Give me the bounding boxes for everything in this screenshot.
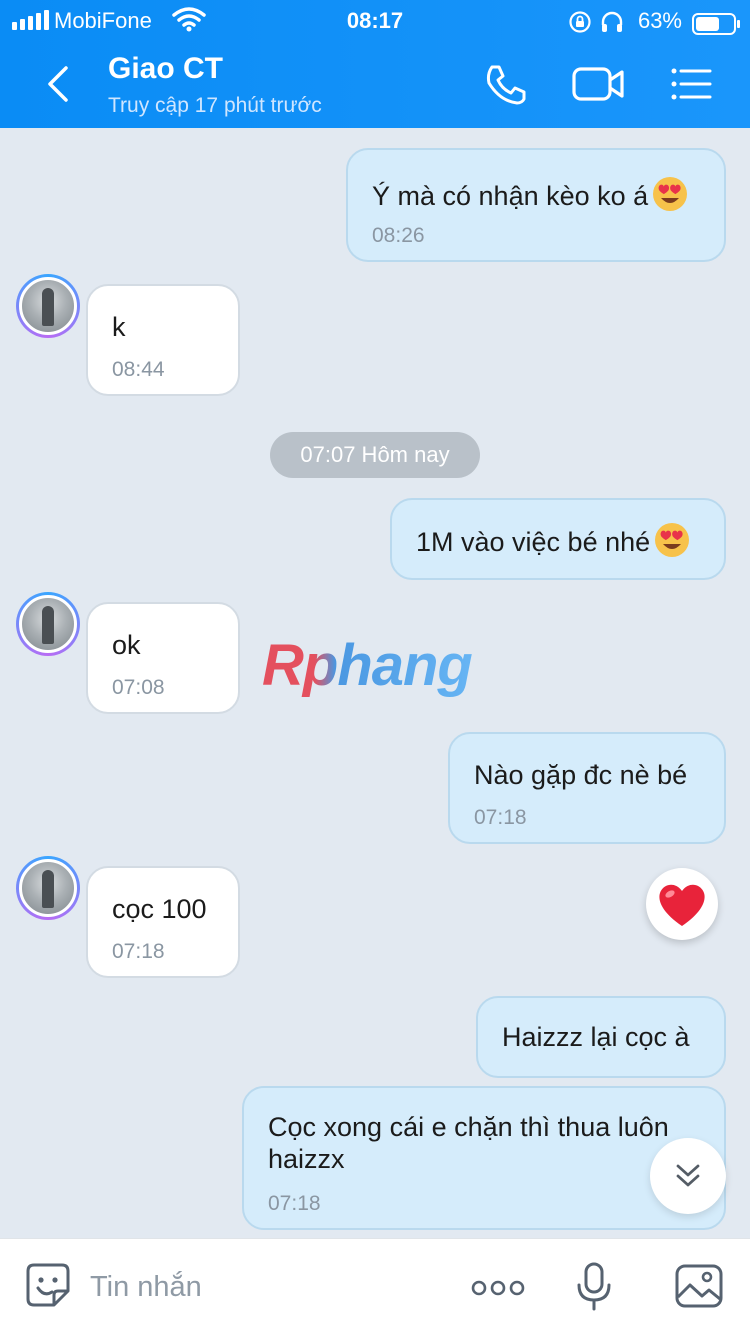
heart-eyes-emoji-icon (653, 177, 688, 211)
contact-avatar[interactable] (16, 856, 80, 920)
voice-message-button[interactable] (574, 1261, 614, 1313)
heart-eyes-emoji-icon (655, 523, 690, 557)
message-time: 07:18 (112, 940, 165, 963)
rotation-lock-icon (569, 11, 591, 33)
more-dots-icon (471, 1280, 525, 1296)
video-call-icon (572, 67, 624, 101)
chat-header: MobiFone 08:17 63% Giao CT Truy cập 17 p… (0, 0, 750, 128)
message-text: Cọc xong cái e chặn thì thua luôn (268, 1112, 669, 1142)
double-chevron-down-icon (676, 1164, 700, 1187)
more-options-button[interactable] (470, 1273, 526, 1303)
back-chevron-icon (48, 66, 68, 102)
message-text: haizzx (268, 1144, 345, 1174)
message-text: k (112, 312, 126, 342)
sticker-button[interactable] (24, 1261, 72, 1309)
headphones-icon (601, 11, 623, 32)
message-time: 07:18 (474, 806, 527, 829)
message-list[interactable]: Ý mà có nhận kèo ko á 08:26 k 08:44 07:0… (0, 128, 750, 1238)
voice-call-button[interactable] (482, 62, 530, 106)
message-time: 07:18 (268, 1192, 321, 1215)
contact-avatar[interactable] (16, 592, 80, 656)
battery-percent: 63% (637, 8, 682, 33)
contact-avatar[interactable] (16, 274, 80, 338)
menu-list-icon (671, 68, 712, 100)
message-time: 08:44 (112, 358, 165, 381)
message-input[interactable] (90, 1265, 450, 1309)
message-text: 1M vào việc bé nhé (416, 527, 651, 557)
message-composer (0, 1238, 750, 1334)
microphone-icon (577, 1262, 611, 1311)
message-bubble-incoming[interactable]: cọc 100 07:18 (86, 866, 240, 978)
heart-reaction-button[interactable] (646, 868, 718, 940)
message-text: Nào gặp đc nè bé (474, 760, 688, 790)
phone-call-icon (486, 65, 526, 105)
photo-button[interactable] (674, 1263, 724, 1309)
video-call-button[interactable] (570, 62, 626, 106)
message-text: ok (112, 630, 141, 660)
scroll-to-bottom-button[interactable] (650, 1138, 726, 1214)
message-bubble-outgoing[interactable]: Ý mà có nhận kèo ko á 08:26 (346, 148, 726, 262)
status-bar: MobiFone 08:17 63% (0, 6, 750, 36)
message-text: Ý mà có nhận kèo ko á (372, 181, 649, 211)
message-bubble-outgoing[interactable]: Haizzz lại cọc à (476, 996, 726, 1078)
battery-icon (692, 13, 740, 35)
watermark-logo: Rphang (262, 633, 473, 698)
message-bubble-incoming[interactable]: ok 07:08 (86, 602, 240, 714)
message-text: Haizzz lại cọc à (502, 1022, 690, 1052)
message-bubble-outgoing[interactable]: Nào gặp đc nè bé 07:18 (448, 732, 726, 844)
date-divider: 07:07 Hôm nay (270, 432, 480, 478)
heart-icon (659, 884, 705, 926)
back-button[interactable] (40, 62, 80, 106)
contact-name[interactable]: Giao CT (108, 52, 223, 86)
photo-icon (675, 1264, 723, 1308)
message-bubble-incoming[interactable]: k 08:44 (86, 284, 240, 396)
last-seen-status: Truy cập 17 phút trước (108, 94, 322, 117)
message-text: cọc 100 (112, 894, 207, 924)
sticker-icon (26, 1263, 70, 1307)
message-bubble-outgoing[interactable]: 1M vào việc bé nhé (390, 498, 726, 580)
message-time: 08:26 (372, 224, 425, 247)
message-time: 07:08 (112, 676, 165, 699)
chat-menu-button[interactable] (666, 62, 714, 106)
